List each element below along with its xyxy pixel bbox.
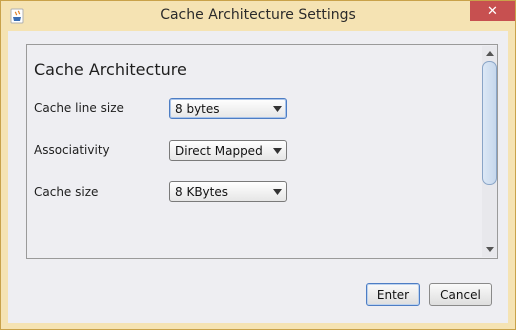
- cache-size-dropdown[interactable]: 8 KBytes: [169, 181, 287, 202]
- scroll-thumb[interactable]: [482, 61, 497, 185]
- associativity-label: Associativity: [34, 143, 110, 157]
- scroll-up-button[interactable]: [482, 46, 497, 61]
- settings-scroll-pane: Cache Architecture Cache line size 8 byt…: [26, 44, 498, 259]
- chevron-down-icon: [269, 99, 286, 118]
- scroll-down-button[interactable]: [482, 242, 497, 257]
- associativity-dropdown[interactable]: Direct Mapped: [169, 140, 287, 161]
- cancel-button[interactable]: Cancel: [429, 283, 492, 306]
- chevron-down-icon: [269, 182, 286, 201]
- dialog-window: Cache Architecture Settings ✕ Cache Arch…: [0, 0, 516, 330]
- vertical-scrollbar[interactable]: [482, 46, 497, 257]
- section-title: Cache Architecture: [34, 60, 187, 79]
- close-button[interactable]: ✕: [470, 1, 515, 21]
- close-icon: ✕: [487, 3, 498, 19]
- enter-button[interactable]: Enter: [366, 283, 420, 306]
- associativity-value: Direct Mapped: [175, 144, 263, 158]
- cache-line-size-dropdown[interactable]: 8 bytes: [169, 98, 287, 119]
- scroll-down-arrow-icon: [485, 247, 494, 252]
- cache-line-size-label: Cache line size: [34, 101, 124, 115]
- chevron-down-icon: [269, 141, 286, 160]
- cache-size-label: Cache size: [34, 185, 99, 199]
- dialog-content: Cache Architecture Cache line size 8 byt…: [8, 31, 508, 323]
- scroll-up-arrow-icon: [485, 51, 494, 56]
- title-bar[interactable]: Cache Architecture Settings ✕: [1, 1, 515, 31]
- cache-line-size-value: 8 bytes: [175, 102, 220, 116]
- window-title: Cache Architecture Settings: [160, 7, 356, 23]
- cache-size-value: 8 KBytes: [175, 185, 228, 199]
